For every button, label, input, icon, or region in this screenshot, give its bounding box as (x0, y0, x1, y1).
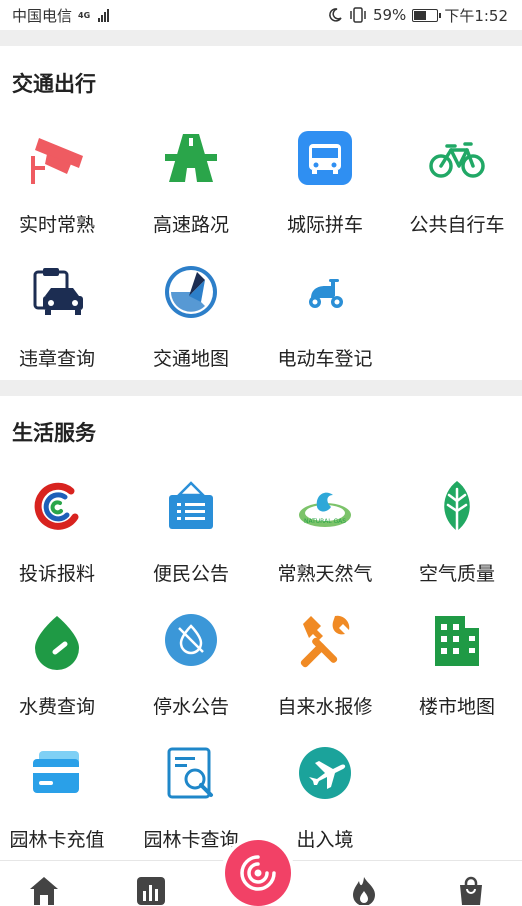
grid-item-label: 便民公告 (152, 563, 229, 585)
grid-item-live-camera[interactable]: 实时常熟 (0, 118, 122, 238)
tab-center-radar[interactable] (225, 840, 291, 906)
highway-icon (161, 128, 221, 188)
grid-item-complaint[interactable]: 投诉报料 (0, 467, 122, 587)
grid-item-label: 楼市地图 (418, 696, 495, 718)
notice-board-icon (161, 477, 221, 537)
natural-gas-logo-icon: NATURAL GAS (295, 477, 355, 537)
leaf-icon (427, 477, 487, 537)
no-water-icon (161, 610, 221, 670)
status-right: 59% 下午1:52 (327, 5, 508, 26)
section-divider (0, 30, 522, 46)
battery-icon (412, 8, 442, 22)
building-icon (427, 610, 487, 670)
bicycle-icon (427, 128, 487, 188)
grid-item-public-notice[interactable]: 便民公告 (126, 467, 256, 587)
chart-icon (137, 877, 165, 905)
svg-text:NATURAL GAS: NATURAL GAS (304, 518, 346, 525)
repair-tools-icon (295, 610, 355, 670)
clock: 下午1:52 (444, 6, 508, 25)
grid-item-water-bill[interactable]: 水费查询 (0, 600, 122, 720)
airplane-icon (295, 743, 355, 803)
grid-item-label: 电动车登记 (277, 348, 373, 370)
water-drop-icon (27, 610, 87, 670)
grid-item-garden-card-recharge[interactable]: 园林卡充值 (0, 733, 122, 853)
grid-item-label: 公共自行车 (409, 214, 505, 236)
grid-item-traffic-map[interactable]: 交通地图 (126, 252, 256, 372)
car-clipboard-icon (27, 262, 87, 322)
grid-item-ebike-registration[interactable]: 电动车登记 (260, 252, 390, 372)
carrier-name: 中国电信 (12, 6, 73, 25)
network-type: 4G (78, 10, 91, 20)
grid-item-label: 常熟天然气 (277, 563, 373, 585)
complaint-logo-icon (27, 477, 87, 537)
grid-item-label: 交通地图 (152, 348, 229, 370)
tab-shop[interactable] (451, 875, 491, 906)
flame-icon (353, 877, 375, 905)
grid-item-housing-map[interactable]: 楼市地图 (392, 600, 522, 720)
grid-item-label: 投诉报料 (18, 563, 95, 585)
grid-item-label: 高速路况 (152, 214, 229, 236)
grid-item-exit-entry[interactable]: 出入境 (260, 733, 390, 853)
grid-item-label: 城际拼车 (286, 214, 363, 236)
grid-item-label: 违章查询 (18, 348, 95, 370)
grid-item-label: 园林卡查询 (143, 829, 239, 851)
bag-icon (460, 876, 482, 905)
grid-item-label: 园林卡充值 (9, 829, 105, 851)
grid-item-label: 出入境 (296, 829, 354, 851)
home-icon (30, 877, 58, 905)
section-title-life-services: 生活服务 (12, 421, 96, 445)
scooter-icon (295, 262, 355, 322)
signal-icon (98, 8, 110, 22)
section-divider (0, 380, 522, 396)
status-bar: 中国电信 4G 59% 下午1:52 (0, 0, 522, 30)
grid-item-garden-card-query[interactable]: 园林卡查询 (126, 733, 256, 853)
card-icon (27, 743, 87, 803)
grid-item-label: 停水公告 (152, 696, 229, 718)
map-compass-icon (161, 262, 221, 322)
document-search-icon (161, 743, 221, 803)
grid-item-natural-gas[interactable]: NATURAL GAS 常熟天然气 (260, 467, 390, 587)
bus-icon (295, 128, 355, 188)
grid-item-water-repair[interactable]: 自来水报修 (260, 600, 390, 720)
moon-icon (329, 8, 342, 22)
grid-item-label: 实时常熟 (18, 214, 95, 236)
grid-item-air-quality[interactable]: 空气质量 (392, 467, 522, 587)
tab-hot[interactable] (344, 875, 384, 906)
grid-item-label: 空气质量 (418, 563, 495, 585)
grid-item-water-outage[interactable]: 停水公告 (126, 600, 256, 720)
grid-item-highway[interactable]: 高速路况 (126, 118, 256, 238)
tab-stats[interactable] (131, 875, 171, 906)
cctv-camera-icon (27, 128, 87, 188)
grid-item-intercity-carpool[interactable]: 城际拼车 (260, 118, 390, 238)
grid-item-label: 水费查询 (18, 696, 95, 718)
tab-home[interactable] (24, 875, 64, 906)
grid-item-public-bicycle[interactable]: 公共自行车 (392, 118, 522, 238)
radar-icon (240, 855, 276, 891)
status-left: 中国电信 4G (12, 5, 110, 26)
vibrate-icon (350, 7, 366, 23)
grid-item-label: 自来水报修 (277, 696, 373, 718)
grid-item-violation-query[interactable]: 违章查询 (0, 252, 122, 372)
battery-percent: 59% (372, 6, 407, 24)
section-title-traffic: 交通出行 (12, 72, 96, 96)
